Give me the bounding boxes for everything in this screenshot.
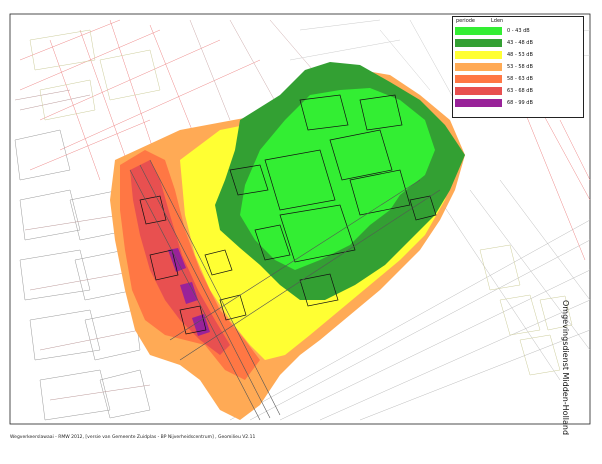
legend-swatch (455, 87, 502, 95)
legend-swatch (455, 39, 502, 47)
legend-label: 58 - 63 dB (507, 76, 533, 82)
legend-label: 53 - 58 dB (507, 64, 533, 70)
legend-swatch (455, 51, 502, 59)
legend-item: 0 - 43 dB (455, 27, 579, 36)
legend-period-header: periode (456, 18, 476, 24)
legend-item: 58 - 63 dB (455, 75, 579, 84)
legend-metric-header: Lden (491, 18, 504, 24)
legend: periode Lden 0 - 43 dB 43 - 48 dB 48 - 53 … (452, 16, 584, 118)
footer-caption: Wegverkeerslawaai - RMW 2012, [versie va… (10, 435, 256, 440)
legend-label: 0 - 43 dB (507, 28, 530, 34)
legend-swatch (455, 27, 502, 35)
legend-swatch (455, 63, 502, 71)
legend-label: 68 - 99 dB (507, 100, 533, 106)
legend-label: 63 - 68 dB (507, 88, 533, 94)
legend-label: 43 - 48 dB (507, 40, 533, 46)
brand-label: Omgevingsdienst Midden-Holland (561, 300, 570, 436)
legend-swatch (455, 75, 502, 83)
legend-item: 68 - 99 dB (455, 99, 579, 108)
legend-item: 48 - 53 dB (455, 51, 579, 60)
legend-item: 63 - 68 dB (455, 87, 579, 96)
legend-item: 53 - 58 dB (455, 63, 579, 72)
legend-item: 43 - 48 dB (455, 39, 579, 48)
legend-label: 48 - 53 dB (507, 52, 533, 58)
legend-swatch (455, 99, 502, 107)
